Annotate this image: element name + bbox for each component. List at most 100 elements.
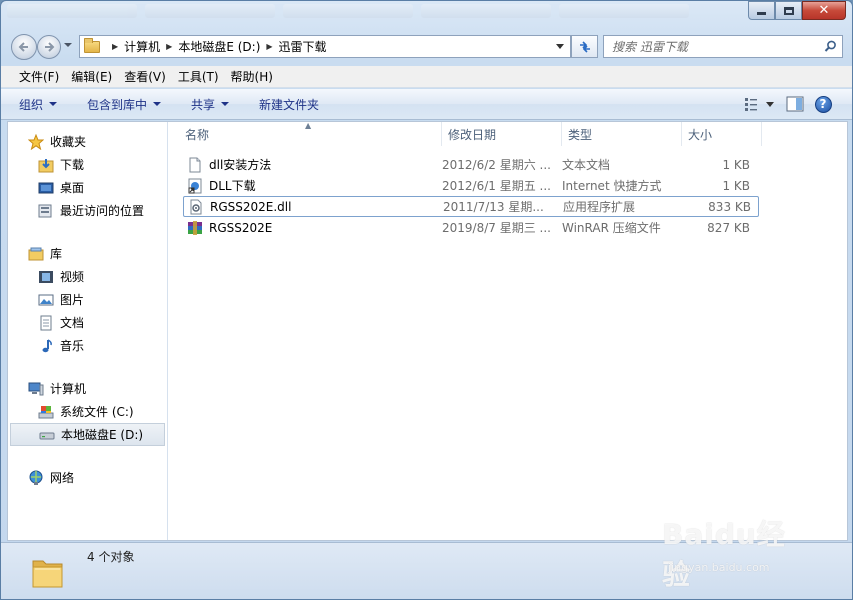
search-icon[interactable] (824, 40, 837, 53)
file-row[interactable]: dll安装方法 2012/6/2 星期六 ... 文本文档 1 KB (183, 154, 759, 175)
change-view-button[interactable] (740, 93, 778, 115)
column-header-name[interactable]: 名称 ▲ (169, 121, 442, 146)
preview-pane-button[interactable] (784, 93, 806, 115)
file-row[interactable]: RGSS202E.dll 2011/7/13 星期... 应用程序扩展 833 … (183, 196, 759, 217)
new-folder-button[interactable]: 新建文件夹 (259, 96, 319, 113)
nav-network-label: 网络 (50, 471, 75, 485)
column-header-label: 类型 (568, 127, 593, 142)
menu-file[interactable]: 文件(F) (13, 68, 65, 85)
menu-bar: 文件(F) 编辑(E) 查看(V) 工具(T) 帮助(H) (1, 66, 852, 88)
maximize-icon (783, 6, 794, 15)
column-header-label: 名称 (185, 127, 210, 142)
close-button[interactable]: ✕ (802, 1, 846, 20)
nav-item-downloads[interactable]: 下载 (8, 153, 167, 176)
file-size: 827 KB (707, 220, 750, 235)
nav-item-label: 视频 (60, 270, 85, 284)
file-name: DLL下载 (209, 179, 256, 193)
file-date: 2011/7/13 星期... (443, 200, 544, 214)
column-header-size[interactable]: 大小 (682, 122, 762, 146)
view-options-icon (745, 98, 774, 111)
nav-item-pictures[interactable]: 图片 (8, 288, 167, 311)
nav-item-label: 系统文件 (C:) (60, 405, 134, 419)
file-list-pane[interactable]: 名称 ▲ 修改日期 类型 大小 dll安装方法 2012/6/2 星期六 ...… (169, 121, 847, 540)
column-headers: 名称 ▲ 修改日期 类型 大小 (169, 121, 847, 146)
forward-button[interactable] (37, 35, 61, 59)
breadcrumb-arrow-icon[interactable]: ▶ (112, 42, 118, 51)
nav-item-recent-places[interactable]: 最近访问的位置 (8, 199, 167, 222)
chevron-down-icon (49, 102, 58, 106)
breadcrumb-arrow-icon[interactable]: ▶ (266, 42, 272, 51)
address-bar[interactable]: ▶ 计算机 ▶ 本地磁盘E (D:) ▶ 迅雷下载 (79, 35, 571, 58)
background-taskbar-ghost (1, 1, 741, 23)
nav-libraries[interactable]: 库 (8, 242, 167, 265)
caption-buttons: ✕ (748, 1, 846, 20)
recent-places-icon (38, 203, 54, 219)
internet-shortcut-icon (187, 178, 203, 194)
search-input[interactable] (612, 39, 812, 54)
nav-network[interactable]: 网络 (8, 466, 167, 489)
breadcrumb-drive-d[interactable]: 本地磁盘E (D:) (178, 38, 260, 55)
menu-view[interactable]: 查看(V) (118, 68, 172, 85)
back-arrow-icon (18, 42, 28, 52)
include-in-library-label: 包含到库中 (87, 97, 148, 112)
menu-tools[interactable]: 工具(T) (172, 68, 225, 85)
text-document-icon (187, 157, 203, 173)
column-header-date[interactable]: 修改日期 (442, 122, 562, 146)
nav-favorites[interactable]: 收藏夹 (8, 130, 167, 153)
recent-pages-dropdown[interactable] (64, 43, 72, 47)
chevron-down-icon (221, 102, 230, 106)
file-type: Internet 快捷方式 (562, 179, 662, 193)
column-header-label: 修改日期 (448, 127, 497, 142)
explorer-window: ✕ ▶ 计算机 ▶ 本地磁盘E (D:) ▶ 迅雷下载 搜索 迅雷下载 文件(F… (0, 0, 853, 600)
nav-item-label: 本地磁盘E (D:) (61, 428, 144, 442)
nav-favorites-label: 收藏夹 (50, 135, 87, 149)
close-icon: ✕ (818, 3, 830, 18)
nav-item-drive-d[interactable]: 本地磁盘E (D:) (10, 423, 165, 446)
nav-item-label: 桌面 (60, 181, 85, 195)
organize-button[interactable]: 组织 (19, 96, 58, 113)
breadcrumb-current-folder[interactable]: 迅雷下载 (279, 38, 327, 55)
nav-item-documents[interactable]: 文档 (8, 311, 167, 334)
nav-computer[interactable]: 计算机 (8, 377, 167, 400)
file-type: 应用程序扩展 (563, 200, 636, 214)
star-icon (28, 133, 44, 150)
help-button[interactable]: ? (812, 93, 834, 115)
file-row[interactable]: DLL下载 2012/6/1 星期五 ... Internet 快捷方式 1 K… (183, 175, 759, 196)
new-folder-label: 新建文件夹 (259, 97, 320, 112)
column-header-type[interactable]: 类型 (562, 122, 682, 146)
system-drive-icon (38, 404, 54, 420)
address-history-dropdown[interactable] (556, 44, 564, 49)
menu-help[interactable]: 帮助(H) (225, 68, 279, 85)
share-button[interactable]: 共享 (191, 96, 230, 113)
file-list: dll安装方法 2012/6/2 星期六 ... 文本文档 1 KB DLL下载… (183, 154, 759, 238)
nav-item-label: 最近访问的位置 (60, 204, 145, 218)
network-icon (28, 470, 44, 486)
navigation-pane[interactable]: 收藏夹 下载 桌面 最近访问的位置 库 视频 图片 文档 音乐 计算机 系统文件… (8, 122, 168, 540)
organize-label: 组织 (19, 97, 44, 112)
back-button[interactable] (11, 34, 37, 60)
nav-item-desktop[interactable]: 桌面 (8, 176, 167, 199)
minimize-icon (757, 12, 766, 15)
refresh-button[interactable] (571, 35, 598, 58)
column-header-label: 大小 (688, 127, 713, 142)
file-row[interactable]: RGSS202E 2019/8/7 星期三 ... WinRAR 压缩文件 82… (183, 217, 759, 238)
file-date: 2012/6/2 星期六 ... (442, 158, 551, 172)
baidu-watermark: Baidu经验 jingyan.baidu.com (652, 508, 812, 591)
dll-file-icon (188, 199, 204, 215)
minimize-button[interactable] (748, 1, 775, 20)
share-label: 共享 (191, 97, 216, 112)
file-type: WinRAR 压缩文件 (562, 221, 661, 235)
file-name: dll安装方法 (209, 158, 272, 172)
nav-item-videos[interactable]: 视频 (8, 265, 167, 288)
nav-libraries-label: 库 (50, 247, 63, 261)
search-box[interactable] (603, 35, 843, 58)
winrar-archive-icon (187, 220, 203, 236)
maximize-button[interactable] (775, 1, 802, 20)
menu-edit[interactable]: 编辑(E) (65, 68, 118, 85)
breadcrumb-computer[interactable]: 计算机 (124, 38, 160, 55)
nav-item-label: 文档 (60, 316, 85, 330)
nav-item-music[interactable]: 音乐 (8, 334, 167, 357)
include-in-library-button[interactable]: 包含到库中 (87, 96, 162, 113)
nav-item-drive-c[interactable]: 系统文件 (C:) (8, 400, 167, 423)
breadcrumb-arrow-icon[interactable]: ▶ (166, 42, 172, 51)
